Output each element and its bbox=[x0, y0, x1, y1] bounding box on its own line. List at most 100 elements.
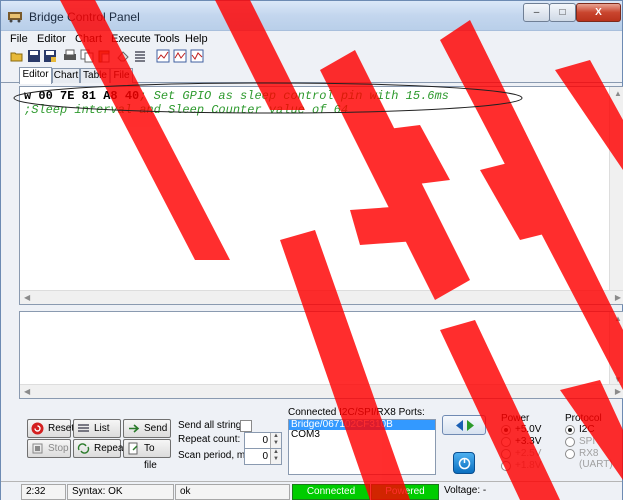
powered-status-badge: Powered bbox=[371, 484, 439, 500]
menu-chart[interactable]: Chart bbox=[75, 33, 102, 45]
menu-execute[interactable]: Execute bbox=[111, 33, 151, 45]
scroll-right-arrow-icon[interactable]: ▶ bbox=[615, 293, 621, 302]
power-radio-2v5[interactable] bbox=[501, 449, 511, 459]
message-status: ok bbox=[175, 484, 290, 500]
window-title: Bridge Control Panel bbox=[29, 10, 140, 24]
connect-button[interactable] bbox=[442, 415, 486, 435]
scroll-up-arrow-icon[interactable]: ▲ bbox=[614, 89, 622, 98]
repeat-button[interactable]: Repeat bbox=[73, 439, 126, 458]
editor-line-1: w 00 7E 81 A8 40; Set GPIO as sleep cont… bbox=[24, 89, 449, 103]
tab-editor[interactable]: Editor bbox=[19, 67, 52, 84]
send-label: Send bbox=[144, 423, 168, 434]
output-vertical-scrollbar[interactable]: ▲ ▼ bbox=[609, 312, 623, 386]
menu-editor[interactable]: Editor bbox=[37, 33, 66, 45]
power-radio-3v3[interactable] bbox=[501, 437, 511, 447]
menu-tools[interactable]: Tools bbox=[154, 33, 180, 45]
scan-period-label: Scan period, ms: bbox=[178, 450, 254, 461]
save-icon[interactable] bbox=[27, 49, 41, 63]
power-radio-1v8[interactable] bbox=[501, 461, 511, 471]
reset-icon bbox=[31, 422, 44, 435]
editor-horizontal-scrollbar[interactable]: ◀ ▶ bbox=[20, 290, 623, 304]
menu-help[interactable]: Help bbox=[185, 33, 208, 45]
reset-label: Reset bbox=[48, 423, 75, 434]
power-group-label: Power bbox=[501, 413, 530, 424]
chart-1-icon[interactable] bbox=[156, 49, 170, 63]
send-all-strings-checkbox[interactable] bbox=[240, 420, 252, 432]
output-scroll-left-arrow-icon[interactable]: ◀ bbox=[24, 387, 30, 396]
i2c-write-command: w 00 7E 81 A8 40 bbox=[24, 89, 140, 103]
paste-icon[interactable] bbox=[97, 49, 111, 63]
stop-icon bbox=[32, 443, 43, 454]
stop-label: Stop bbox=[48, 443, 69, 454]
chart-2-icon[interactable] bbox=[173, 49, 187, 63]
comment-line-1: ; Set GPIO as sleep control pin with 15.… bbox=[139, 89, 449, 103]
bridge-app-icon bbox=[8, 12, 22, 23]
cursor-position: 2:32 bbox=[21, 484, 66, 500]
output-log[interactable]: ▲ ▼ ◀ ▶ bbox=[19, 311, 623, 399]
stop-button[interactable]: Stop bbox=[27, 439, 71, 458]
list-label: List bbox=[94, 423, 110, 434]
tab-table[interactable]: Table bbox=[80, 68, 110, 83]
comment-line-2: ;Sleep interval and Sleep Counter value … bbox=[24, 103, 349, 117]
output-scroll-right-arrow-icon[interactable]: ▶ bbox=[615, 387, 621, 396]
to-file-label: To file bbox=[144, 443, 157, 471]
chart-3-icon[interactable] bbox=[190, 49, 204, 63]
editor-vertical-scrollbar[interactable]: ▲ bbox=[609, 87, 623, 290]
voltage-status: Voltage: - bbox=[444, 485, 487, 496]
to-file-button[interactable]: To file bbox=[123, 439, 171, 471]
minimize-button[interactable]: – bbox=[523, 3, 550, 22]
protocol-option-spi: SPI bbox=[579, 436, 596, 447]
save-as-icon[interactable] bbox=[43, 49, 57, 63]
power-toggle-button[interactable] bbox=[453, 452, 475, 474]
scroll-left-arrow-icon[interactable]: ◀ bbox=[24, 293, 30, 302]
protocol-option-i2c: I2C bbox=[579, 424, 595, 435]
copy-icon[interactable] bbox=[80, 49, 94, 63]
scan-period-value: 0 bbox=[262, 451, 268, 462]
status-bar: 2:32 Syntax: OK ok Connected Powered Vol… bbox=[1, 481, 622, 500]
connected-ports-label: Connected I2C/SPI/RX8 Ports: bbox=[288, 407, 425, 418]
output-scroll-up-arrow-icon[interactable]: ▲ bbox=[614, 314, 622, 323]
clear-icon[interactable] bbox=[116, 49, 130, 63]
repeat-count-stepper[interactable]: 0 ▲ ▼ bbox=[244, 432, 282, 449]
scan-period-stepper[interactable]: 0 ▲ ▼ bbox=[244, 448, 282, 465]
list-button[interactable]: List bbox=[73, 419, 121, 438]
power-icon bbox=[458, 457, 471, 470]
protocol-group-label: Protocol bbox=[565, 413, 602, 424]
reset-button[interactable]: Reset bbox=[27, 419, 75, 438]
output-scroll-down-arrow-icon[interactable]: ▼ bbox=[614, 375, 622, 384]
output-horizontal-scrollbar[interactable]: ◀ ▶ bbox=[20, 384, 623, 398]
script-editor[interactable]: w 00 7E 81 A8 40; Set GPIO as sleep cont… bbox=[19, 86, 623, 305]
protocol-radio-spi[interactable] bbox=[565, 437, 575, 447]
maximize-button[interactable]: □ bbox=[549, 3, 576, 22]
title-bar[interactable]: Bridge Control Panel – □ X bbox=[1, 1, 622, 31]
protocol-radio-i2c[interactable] bbox=[565, 425, 575, 435]
send-button[interactable]: Send bbox=[123, 419, 171, 438]
power-option-3v3: +3.3V bbox=[515, 436, 542, 447]
menu-file[interactable]: File bbox=[10, 33, 28, 45]
repeat-count-arrows-icon[interactable]: ▲ ▼ bbox=[270, 433, 281, 448]
connect-icon bbox=[456, 420, 474, 431]
protocol-radio-rx8[interactable] bbox=[565, 449, 575, 459]
print-icon[interactable] bbox=[63, 49, 77, 63]
tab-strip: Editor Chart Table File bbox=[1, 67, 622, 84]
open-icon[interactable] bbox=[10, 49, 24, 63]
port-list-item[interactable]: COM3 bbox=[289, 430, 435, 440]
power-option-1v8: +1.8V bbox=[515, 460, 542, 471]
scan-period-arrows-icon[interactable]: ▲ ▼ bbox=[270, 449, 281, 464]
to-file-icon bbox=[128, 442, 138, 455]
power-option-2v5: +2.5V bbox=[515, 448, 542, 459]
repeat-count-value: 0 bbox=[262, 435, 268, 446]
send-all-strings-label: Send all strings: bbox=[178, 420, 250, 431]
repeat-label: Repeat bbox=[94, 443, 127, 454]
power-option-5v: +5.0V bbox=[515, 424, 542, 435]
send-icon bbox=[129, 424, 140, 433]
toolbar bbox=[1, 48, 622, 66]
connected-ports-list[interactable]: Bridge/067102CF310B COM3 bbox=[288, 419, 436, 475]
tab-chart[interactable]: Chart bbox=[52, 68, 80, 83]
repeat-icon bbox=[77, 443, 90, 454]
menu-bar: File Editor Chart Execute Tools Help bbox=[1, 31, 622, 47]
list-icon[interactable] bbox=[133, 49, 147, 63]
tab-file[interactable]: File bbox=[110, 68, 133, 83]
power-radio-5v[interactable] bbox=[501, 425, 511, 435]
close-button[interactable]: X bbox=[576, 3, 621, 22]
